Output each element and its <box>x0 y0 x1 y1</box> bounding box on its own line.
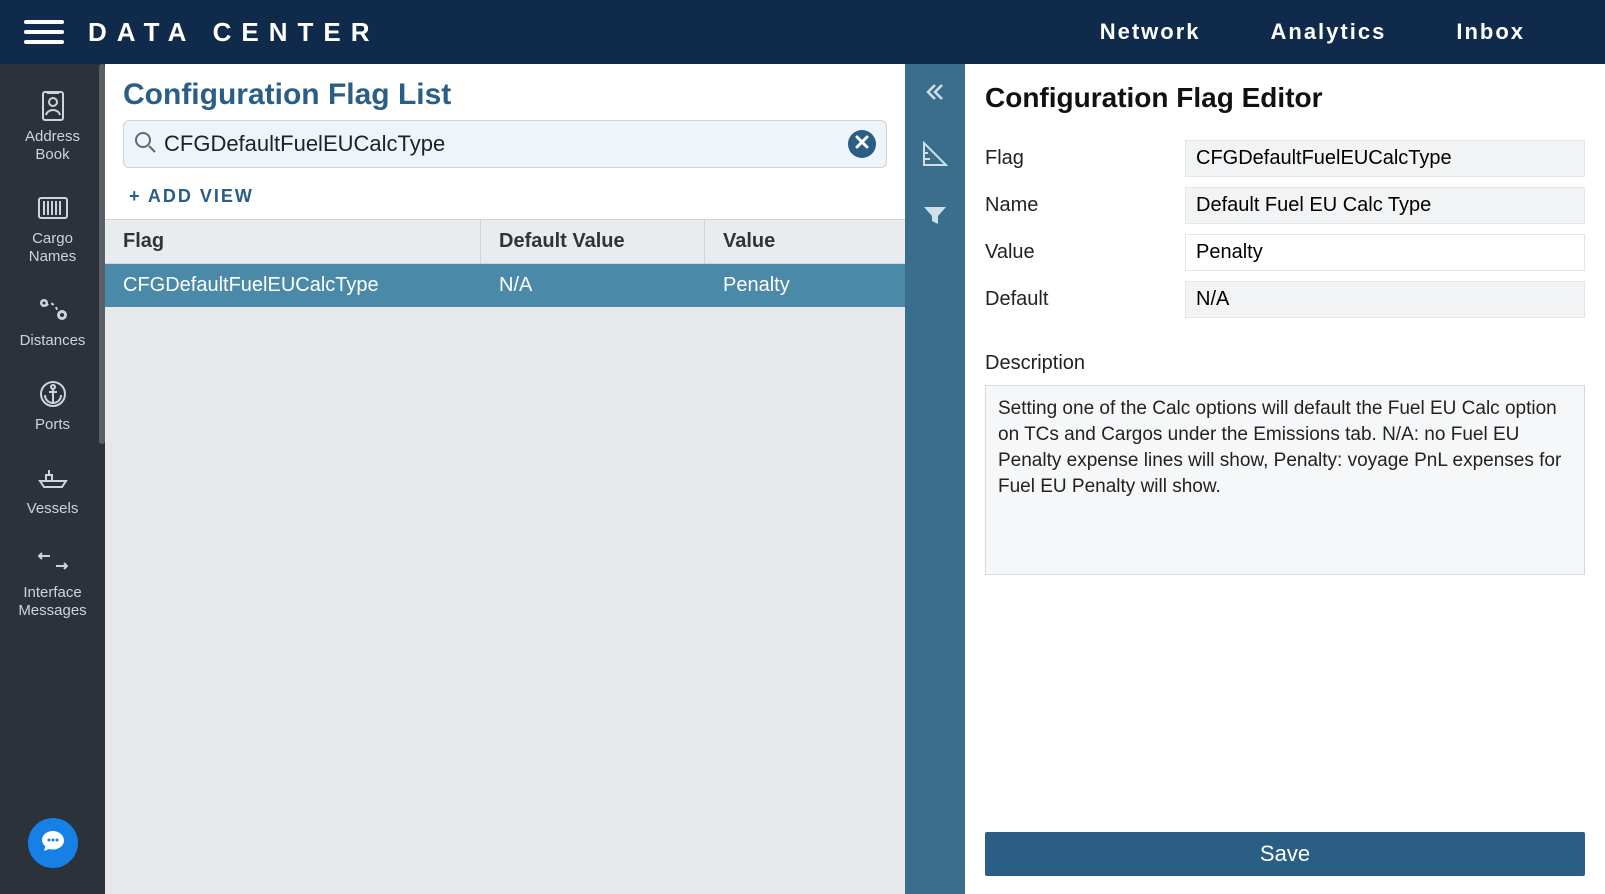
sidebar-item-interface-messages[interactable]: Interface Messages <box>0 532 105 634</box>
chevron-double-left-icon <box>923 80 947 109</box>
field-value-name[interactable]: Default Fuel EU Calc Type <box>1185 187 1585 224</box>
cell-default-value: N/A <box>481 264 705 307</box>
search-clear-button[interactable] <box>848 130 876 158</box>
chat-button[interactable] <box>28 818 78 868</box>
cell-value: Penalty <box>705 264 905 307</box>
description-text[interactable]: Setting one of the Calc options will def… <box>985 385 1585 575</box>
ruler-icon <box>922 141 948 172</box>
nav-link-analytics[interactable]: Analytics <box>1271 19 1387 45</box>
app-title: DATA CENTER <box>88 17 380 48</box>
search-input[interactable] <box>164 131 840 157</box>
ruler-tool-button[interactable] <box>917 138 953 174</box>
table-header: Flag Default Value Value <box>105 219 905 264</box>
sidebar-item-label: Distances <box>20 332 86 350</box>
sidebar-scrollbar[interactable] <box>99 64 105 444</box>
nav-link-inbox[interactable]: Inbox <box>1456 19 1525 45</box>
interface-msgs-icon <box>37 546 69 578</box>
distances-icon <box>37 294 69 326</box>
panel-divider-toolbar <box>905 64 965 894</box>
field-row-value: Value Penalty <box>985 234 1585 271</box>
anchor-icon <box>37 378 69 410</box>
field-value-default[interactable]: N/A <box>1185 281 1585 318</box>
list-title: Configuration Flag List <box>123 78 887 112</box>
col-header-value[interactable]: Value <box>705 220 905 263</box>
field-row-name: Name Default Fuel EU Calc Type <box>985 187 1585 224</box>
address-book-icon <box>37 90 69 122</box>
description-label: Description <box>985 352 1585 375</box>
main: Address Book Cargo Names <box>0 64 1605 894</box>
content: Configuration Flag List + ADD VIEW <box>105 64 1605 894</box>
field-value-value[interactable]: Penalty <box>1185 234 1585 271</box>
flag-list-panel: Configuration Flag List + ADD VIEW <box>105 64 905 894</box>
field-label-name: Name <box>985 194 1185 217</box>
flag-editor-panel: Configuration Flag Editor Flag CFGDefaul… <box>965 64 1605 894</box>
search-box <box>123 120 887 168</box>
search-icon <box>134 131 156 158</box>
top-nav: DATA CENTER Network Analytics Inbox <box>0 0 1605 64</box>
col-header-flag[interactable]: Flag <box>105 220 481 263</box>
sidebar-item-address-book[interactable]: Address Book <box>0 76 105 178</box>
sidebar-item-label: Interface Messages <box>18 584 86 620</box>
table-row[interactable]: CFGDefaultFuelEUCalcType N/A Penalty <box>105 264 905 307</box>
field-label-value: Value <box>985 241 1185 264</box>
sidebar-item-label: Vessels <box>27 500 79 518</box>
collapse-panel-button[interactable] <box>917 76 953 112</box>
sidebar-item-cargo-names[interactable]: Cargo Names <box>0 178 105 280</box>
flag-table: Flag Default Value Value CFGDefaultFuelE… <box>105 219 905 894</box>
cell-flag: CFGDefaultFuelEUCalcType <box>105 264 481 307</box>
nav-link-network[interactable]: Network <box>1100 19 1201 45</box>
field-label-flag: Flag <box>985 147 1185 170</box>
filter-button[interactable] <box>917 200 953 236</box>
top-nav-links: Network Analytics Inbox <box>1100 19 1605 45</box>
sidebar-item-label: Cargo Names <box>29 230 77 266</box>
cargo-icon <box>37 192 69 224</box>
add-view-button[interactable]: + ADD VIEW <box>129 186 887 207</box>
table-empty-area <box>105 307 905 894</box>
sidebar: Address Book Cargo Names <box>0 64 105 894</box>
editor-title: Configuration Flag Editor <box>985 82 1585 114</box>
filter-icon <box>922 203 948 234</box>
sidebar-item-ports[interactable]: Ports <box>0 364 105 448</box>
vessel-icon <box>37 462 69 494</box>
save-button[interactable]: Save <box>985 832 1585 876</box>
close-icon <box>855 135 869 154</box>
field-label-default: Default <box>985 288 1185 311</box>
field-value-flag[interactable]: CFGDefaultFuelEUCalcType <box>1185 140 1585 177</box>
chat-icon <box>40 828 66 859</box>
field-row-flag: Flag CFGDefaultFuelEUCalcType <box>985 140 1585 177</box>
col-header-default-value[interactable]: Default Value <box>481 220 705 263</box>
menu-button[interactable] <box>24 12 64 52</box>
field-row-default: Default N/A <box>985 281 1585 318</box>
sidebar-item-vessels[interactable]: Vessels <box>0 448 105 532</box>
sidebar-item-distances[interactable]: Distances <box>0 280 105 364</box>
sidebar-item-label: Address Book <box>25 128 80 164</box>
sidebar-item-label: Ports <box>35 416 70 434</box>
